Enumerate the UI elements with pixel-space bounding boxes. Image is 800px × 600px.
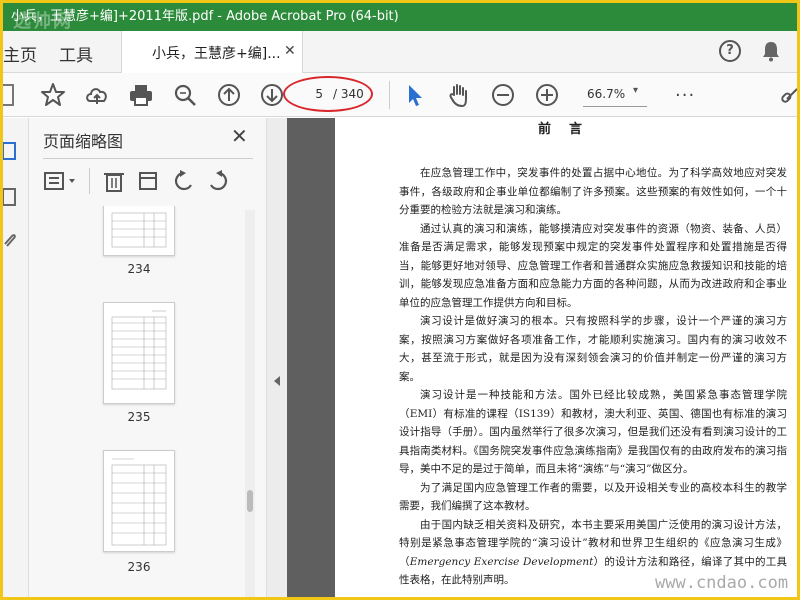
document-tab-label: 小兵，王慧彦+编]... <box>152 46 281 62</box>
site-watermark-bottom: www.cndao.com <box>655 573 789 593</box>
extract-page-icon[interactable] <box>135 168 161 194</box>
thumbnail-page-number: 236 <box>127 560 151 574</box>
bell-icon[interactable] <box>761 40 781 62</box>
thumbnail-scrollbar[interactable] <box>245 210 255 597</box>
document-view[interactable]: 前言 在应急管理工作中，突发事件的处置占据中心地位。为了科学高效地应对突发事件，… <box>287 118 797 597</box>
close-panel-icon[interactable]: ✕ <box>231 124 248 148</box>
thumbnail-page-number: 234 <box>127 262 151 276</box>
thumbnail-page-236[interactable] <box>103 450 175 552</box>
zoom-level-value: 66.7% <box>587 87 626 101</box>
panel-splitter[interactable] <box>267 118 287 597</box>
app-window: 小兵，王慧彦+编]+2011年版.pdf - Adobe Acrobat Pro… <box>0 0 800 600</box>
site-watermark: 选帅网 <box>13 11 73 32</box>
zoom-level-select[interactable]: 66.7% ▾ <box>583 85 647 107</box>
thumbnail-list: 234 235 236 <box>29 206 255 597</box>
document-page: 前言 在应急管理工作中，突发事件的处置占据中心地位。为了科学高效地应对突发事件，… <box>335 118 797 597</box>
page-heading: 前言 <box>537 122 600 137</box>
thumbnail-options-icon[interactable] <box>43 168 79 194</box>
rotate-left-icon[interactable] <box>171 168 197 194</box>
thumbnail-page-number: 235 <box>127 410 151 424</box>
tool-divider <box>89 168 90 194</box>
collapse-panel-icon[interactable] <box>274 376 280 386</box>
create-pdf-icon[interactable] <box>0 81 23 109</box>
next-page-icon[interactable] <box>258 81 286 109</box>
delete-page-icon[interactable] <box>101 168 127 194</box>
thumbnail-preview <box>111 310 167 390</box>
bookmarks-icon[interactable] <box>0 186 19 208</box>
paragraph-italic-title: Emergency Exercise Development <box>409 555 594 568</box>
tab-tools[interactable]: 工具 <box>59 41 93 66</box>
attachments-icon[interactable] <box>0 230 19 252</box>
more-options-icon[interactable]: ··· <box>675 85 695 106</box>
paragraph: 为了满足国内应急管理工作者的需要，以及开设相关专业的高校本科生的教学需要，我们编… <box>399 481 787 513</box>
previous-page-icon[interactable] <box>215 81 243 109</box>
zoom-out-icon[interactable] <box>489 81 517 109</box>
thumbnail-toolbar <box>43 166 253 196</box>
zoom-in-icon[interactable] <box>533 81 561 109</box>
tab-document[interactable]: 小兵，王慧彦+编]... ✕ <box>121 31 303 73</box>
tab-bar: 主页 工具 小兵，王慧彦+编]... ✕ ? <box>3 31 797 73</box>
cloud-upload-icon[interactable] <box>83 81 111 109</box>
paragraph: 演习设计是做好演习的根本。只有按照科学的步骤，设计一个严谨的演习方案，按照演习方… <box>399 315 787 383</box>
rotate-right-icon[interactable] <box>205 168 231 194</box>
title-bar: 小兵，王慧彦+编]+2011年版.pdf - Adobe Acrobat Pro… <box>3 3 797 31</box>
close-tab-icon[interactable]: ✕ <box>284 43 296 59</box>
panel-divider <box>43 158 253 159</box>
main-toolbar: 5 / 340 66.7% ▾ ··· <box>0 73 800 117</box>
thumbnail-preview <box>111 458 167 546</box>
paragraph: 演习设计是一种技能和方法。国外已经比较成熟，美国紧急事态管理学院（EMI）有标准… <box>399 389 787 475</box>
panel-title: 页面缩略图 <box>43 132 124 151</box>
bookmark-star-icon[interactable] <box>39 81 67 109</box>
page-thumbnails-icon[interactable] <box>0 140 19 162</box>
paragraph: 通过认真的演习和演练，能够摸清应对突发事件的资源（物资、装备、人员）准备是否满足… <box>399 222 787 309</box>
toolbar-divider <box>389 81 390 109</box>
left-navigation-rail <box>0 118 29 597</box>
hand-tool-icon[interactable] <box>445 81 473 109</box>
thumbnail-page-234[interactable] <box>103 206 175 256</box>
help-icon[interactable]: ? <box>719 40 741 62</box>
zoom-search-icon[interactable] <box>171 81 199 109</box>
page-body: 在应急管理工作中，突发事件的处置占据中心地位。为了科学高效地应对突发事件，各级政… <box>399 164 787 590</box>
thumbnail-preview <box>111 212 167 248</box>
chevron-down-icon: ▾ <box>633 85 639 96</box>
link-icon[interactable] <box>779 81 800 109</box>
red-highlight-circle <box>283 76 373 112</box>
scrollbar-thumb[interactable] <box>247 490 253 512</box>
paragraph: 在应急管理工作中，突发事件的处置占据中心地位。为了科学高效地应对突发事件，各级政… <box>399 167 787 216</box>
tab-home[interactable]: 主页 <box>3 41 37 66</box>
thumbnail-page-235[interactable] <box>103 302 175 404</box>
print-icon[interactable] <box>127 81 155 109</box>
page-thumbnails-panel: 页面缩略图 ✕ 234 235 236 <box>29 118 267 597</box>
select-cursor-icon[interactable] <box>401 81 429 109</box>
